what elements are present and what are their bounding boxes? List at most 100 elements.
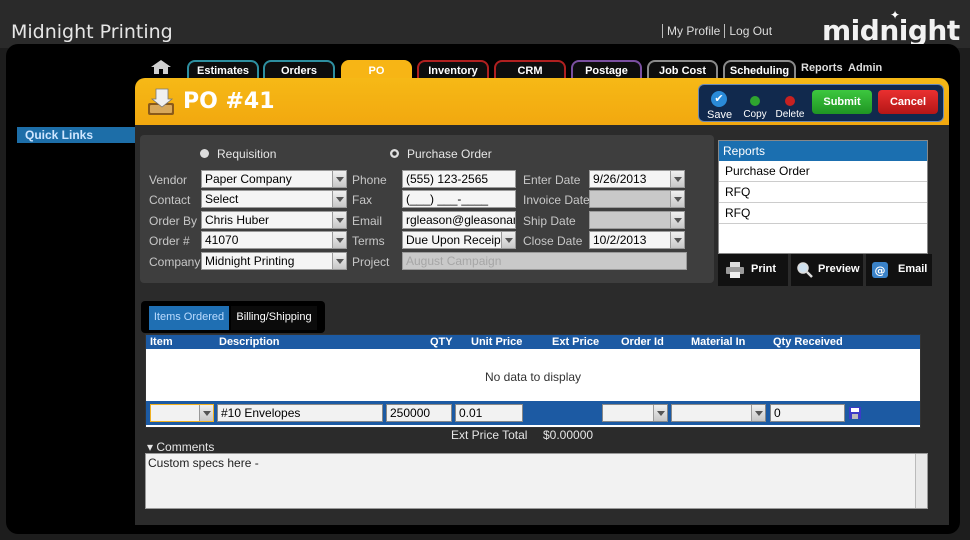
- comments-toggle[interactable]: ▾ Comments: [147, 440, 214, 454]
- items-grid: Item Description QTY Unit Price Ext Pric…: [145, 334, 921, 428]
- project-input[interactable]: August Campaign: [402, 252, 687, 270]
- chevron-down-icon[interactable]: [332, 191, 346, 207]
- fax-label: Fax: [352, 193, 373, 207]
- col-material-in[interactable]: Material In: [691, 335, 745, 349]
- qty-received-input[interactable]: 0: [770, 404, 845, 422]
- copy-button[interactable]: Copy: [743, 87, 767, 120]
- phone-label: Phone: [352, 173, 387, 187]
- contact-value: Select: [205, 192, 239, 206]
- phone-input[interactable]: (555) 123-2565: [402, 170, 516, 188]
- report-item-rfq[interactable]: RFQ: [719, 203, 927, 224]
- check-icon: ✔: [711, 91, 727, 107]
- magnifier-icon: [797, 262, 813, 278]
- save-row-icon[interactable]: [849, 407, 861, 419]
- plus-icon: [750, 96, 760, 106]
- radio-purchase-order[interactable]: Purchase Order: [390, 147, 492, 161]
- svg-text:@: @: [875, 264, 886, 277]
- fax-input[interactable]: (___) ___-____: [402, 190, 516, 208]
- report-item-rfq[interactable]: RFQ: [719, 182, 927, 203]
- tab-scheduling[interactable]: Scheduling: [723, 60, 796, 80]
- unit-price-input[interactable]: 0.01: [455, 404, 523, 422]
- print-button[interactable]: Print: [718, 254, 788, 286]
- col-qty[interactable]: QTY: [430, 335, 453, 349]
- tab-job-cost[interactable]: Job Cost: [647, 60, 718, 80]
- email-input[interactable]: rgleason@gleasonandc: [402, 211, 516, 229]
- my-profile-link[interactable]: My Profile: [662, 24, 725, 38]
- comments-label: Comments: [156, 440, 215, 454]
- comments-textarea[interactable]: Custom specs here -: [145, 453, 928, 509]
- cancel-button[interactable]: Cancel: [878, 90, 938, 114]
- vendor-select[interactable]: Paper Company: [201, 170, 347, 188]
- chevron-down-icon[interactable]: [670, 171, 684, 187]
- contact-select[interactable]: Select: [201, 190, 347, 208]
- app-title: Midnight Printing: [11, 21, 173, 43]
- contact-label: Contact: [149, 193, 191, 207]
- company-label: Company: [149, 255, 201, 269]
- reports-header: Reports: [719, 141, 927, 161]
- close-date-value: 10/2/2013: [593, 233, 647, 247]
- tab-reports[interactable]: Reports: [801, 62, 843, 74]
- save-label: Save: [707, 109, 733, 121]
- ext-price-total-label: Ext Price Total: [451, 428, 528, 442]
- terms-select[interactable]: Due Upon Receipt: [402, 231, 516, 249]
- chevron-down-icon[interactable]: [332, 212, 346, 228]
- radio-requisition[interactable]: Requisition: [200, 147, 276, 161]
- chevron-down-icon[interactable]: [332, 253, 346, 269]
- col-item[interactable]: Item: [150, 335, 173, 349]
- tab-crm[interactable]: CRM: [494, 60, 566, 80]
- order-by-label: Order By: [149, 214, 198, 228]
- chevron-down-icon[interactable]: [332, 171, 346, 187]
- page-title: PO #41: [183, 89, 275, 114]
- top-links: My Profile Log Out: [662, 24, 777, 38]
- delete-button[interactable]: Delete: [775, 87, 805, 120]
- logo-star-icon: ✦: [890, 8, 901, 22]
- qty-input[interactable]: 250000: [386, 404, 452, 422]
- vendor-label: Vendor: [149, 173, 188, 187]
- home-icon[interactable]: [151, 60, 171, 74]
- delete-label: Delete: [775, 109, 805, 120]
- order-by-value: Chris Huber: [205, 213, 270, 227]
- chevron-down-icon[interactable]: [670, 191, 684, 207]
- ship-date-picker[interactable]: [589, 211, 685, 229]
- tab-postage[interactable]: Postage: [571, 60, 642, 80]
- chevron-down-icon[interactable]: [332, 232, 346, 248]
- col-qty-received[interactable]: Qty Received: [773, 335, 843, 349]
- col-ext-price[interactable]: Ext Price: [552, 335, 599, 349]
- chevron-down-icon[interactable]: [751, 405, 765, 421]
- chevron-down-icon[interactable]: [501, 232, 515, 248]
- order-by-select[interactable]: Chris Huber: [201, 211, 347, 229]
- caret-down-icon: ▾: [147, 440, 154, 454]
- chevron-down-icon[interactable]: [670, 212, 684, 228]
- chevron-down-icon[interactable]: [653, 405, 667, 421]
- order-number-select[interactable]: 41070: [201, 231, 347, 249]
- tab-admin[interactable]: Admin: [848, 62, 882, 74]
- description-input[interactable]: #10 Envelopes: [217, 404, 383, 422]
- item-select[interactable]: [150, 404, 214, 422]
- chevron-down-icon[interactable]: [199, 405, 213, 421]
- chevron-down-icon[interactable]: [670, 232, 684, 248]
- submit-button[interactable]: Submit: [812, 90, 872, 114]
- col-unit-price[interactable]: Unit Price: [471, 335, 522, 349]
- preview-button[interactable]: Preview: [791, 254, 863, 286]
- tab-orders[interactable]: Orders: [263, 60, 335, 80]
- email-button[interactable]: @ Email: [866, 254, 932, 286]
- comments-scrollbar[interactable]: [915, 454, 927, 508]
- tab-inventory[interactable]: Inventory: [417, 60, 489, 80]
- tab-items-ordered[interactable]: Items Ordered: [149, 306, 229, 330]
- tab-billing-shipping[interactable]: Billing/Shipping: [231, 306, 317, 330]
- tab-estimates[interactable]: Estimates: [187, 60, 259, 80]
- close-date-picker[interactable]: 10/2/2013: [589, 231, 685, 249]
- material-in-select[interactable]: [671, 404, 766, 422]
- col-order-id[interactable]: Order Id: [621, 335, 664, 349]
- save-button[interactable]: ✔ Save: [707, 87, 733, 121]
- radio-requisition-label: Requisition: [217, 147, 277, 161]
- report-item-purchase-order[interactable]: Purchase Order: [719, 161, 927, 182]
- log-out-link[interactable]: Log Out: [724, 24, 777, 38]
- radio-on-icon: [390, 149, 399, 159]
- quick-links-header[interactable]: Quick Links: [17, 127, 135, 143]
- enter-date-picker[interactable]: 9/26/2013: [589, 170, 685, 188]
- company-select[interactable]: Midnight Printing: [201, 252, 347, 270]
- invoice-date-picker[interactable]: [589, 190, 685, 208]
- col-description[interactable]: Description: [219, 335, 280, 349]
- order-id-select[interactable]: [602, 404, 668, 422]
